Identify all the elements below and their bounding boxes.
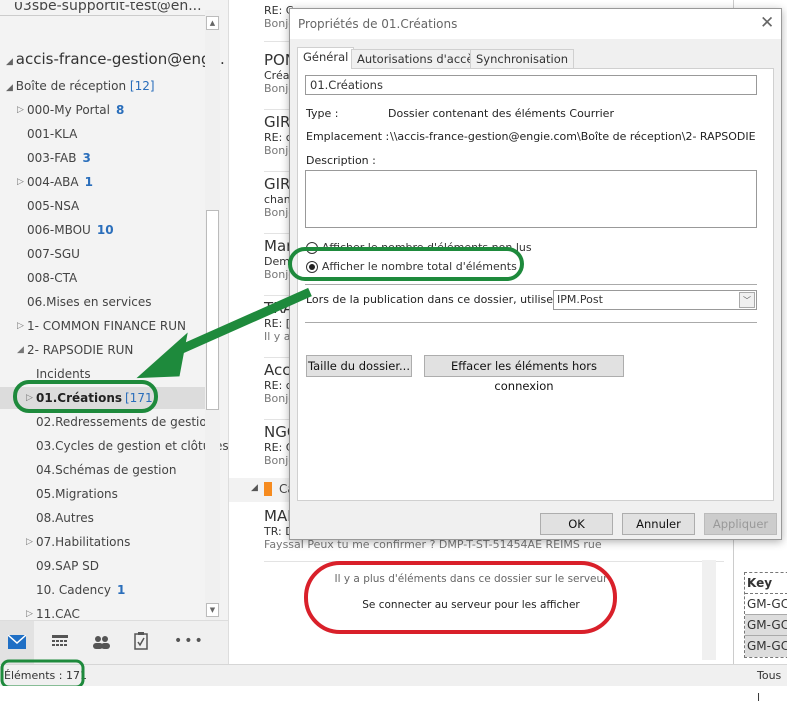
annotation-arrow <box>173 287 312 357</box>
annotation-arrow-head <box>136 332 188 379</box>
annotation-highlight-notice <box>304 561 617 634</box>
annotation-highlight-count <box>0 659 85 686</box>
annotation-overlay <box>0 247 617 686</box>
annotation-highlight-folder <box>13 380 158 413</box>
annotation-highlight-radio <box>288 247 524 281</box>
